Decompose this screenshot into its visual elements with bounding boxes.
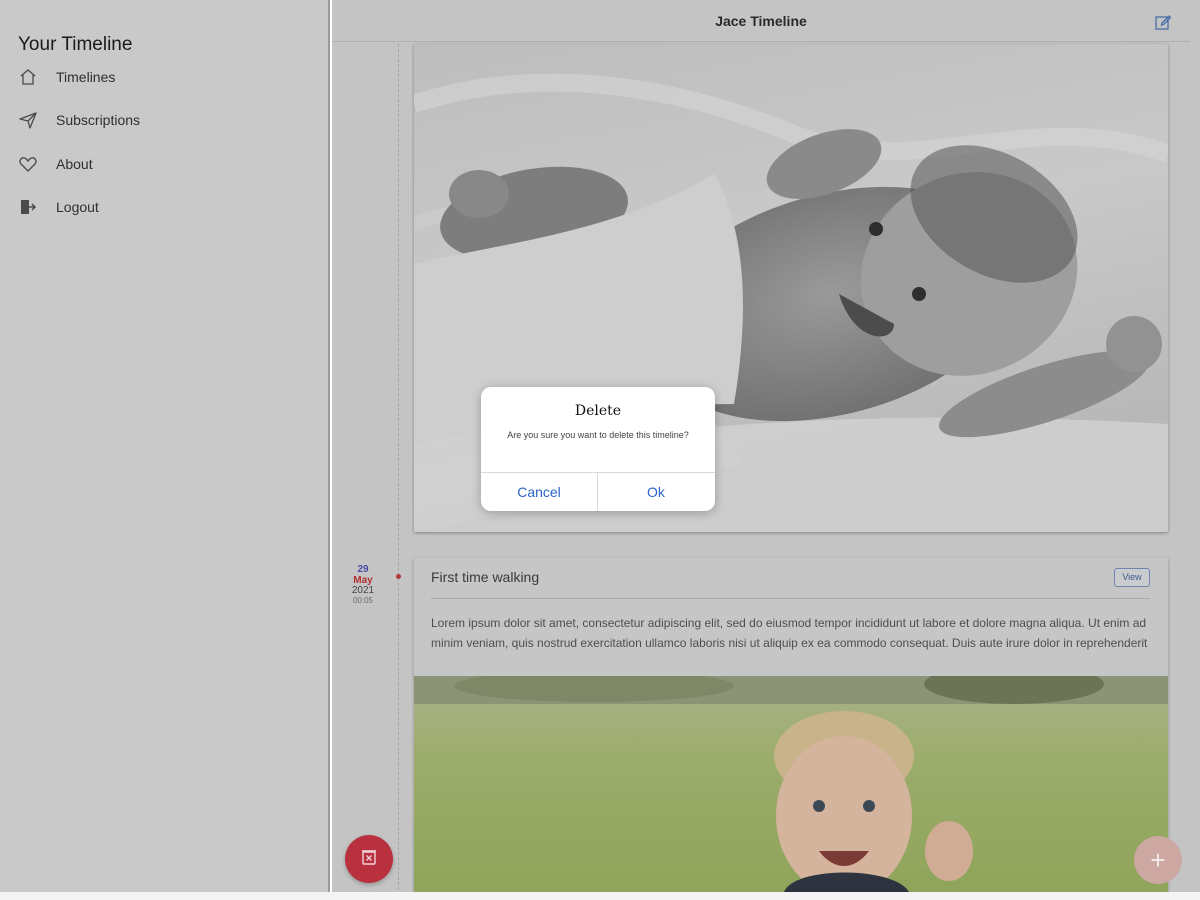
edit-icon[interactable] — [1154, 13, 1172, 31]
entry-date-time: 00:05 — [352, 595, 374, 605]
dialog-title: Delete — [574, 403, 622, 419]
add-entry-button[interactable]: + — [1134, 836, 1182, 884]
sidebar-item-label: Subscriptions — [56, 112, 141, 128]
walking-photo — [414, 676, 1168, 892]
delete-timeline-button[interactable] — [345, 835, 393, 883]
view-button[interactable]: View — [1114, 568, 1150, 587]
entry-body-fade — [431, 650, 1150, 662]
timeline-entry-card[interactable]: First time walking View Lorem ipsum dolo… — [414, 558, 1168, 892]
sidebar-item-logout[interactable]: Logout — [16, 194, 296, 220]
sidebar-item-subscriptions[interactable]: Subscriptions — [16, 107, 296, 133]
delete-dialog: Delete Are you sure you want to delete t… — [481, 387, 715, 511]
timeline-dot — [396, 574, 401, 579]
home-icon — [16, 65, 40, 89]
sidebar: Your Timeline Timelines Subscriptions Ab… — [0, 0, 330, 892]
entry-date-year: 2021 — [351, 585, 375, 596]
entry-date: 29 May 2021 00:05 — [346, 564, 380, 605]
cancel-button[interactable]: Cancel — [481, 473, 597, 511]
sidebar-item-label: Logout — [56, 199, 99, 215]
sidebar-item-about[interactable]: About — [16, 151, 296, 177]
header: Jace Timeline — [332, 0, 1190, 42]
entry-date-day: 29 — [357, 564, 369, 575]
trash-icon — [359, 847, 379, 872]
sidebar-item-timelines[interactable]: Timelines — [16, 64, 296, 90]
dialog-message: Are you sure you want to delete this tim… — [507, 430, 689, 440]
sidebar-item-label: About — [56, 156, 93, 172]
entry-divider — [431, 598, 1150, 599]
sidebar-title: Your Timeline — [18, 34, 133, 55]
page-title: Jace Timeline — [715, 13, 807, 29]
entry-title: First time walking — [431, 569, 540, 585]
send-icon — [16, 108, 40, 132]
ok-button[interactable]: Ok — [598, 473, 714, 511]
sidebar-item-label: Timelines — [56, 69, 116, 85]
bottom-strip — [0, 892, 1200, 900]
main-content: Jace Timeline 29 May 2021 00:05 First ti… — [332, 0, 1200, 892]
heart-icon — [16, 152, 40, 176]
timeline-line — [398, 44, 399, 890]
logout-icon — [16, 195, 40, 219]
